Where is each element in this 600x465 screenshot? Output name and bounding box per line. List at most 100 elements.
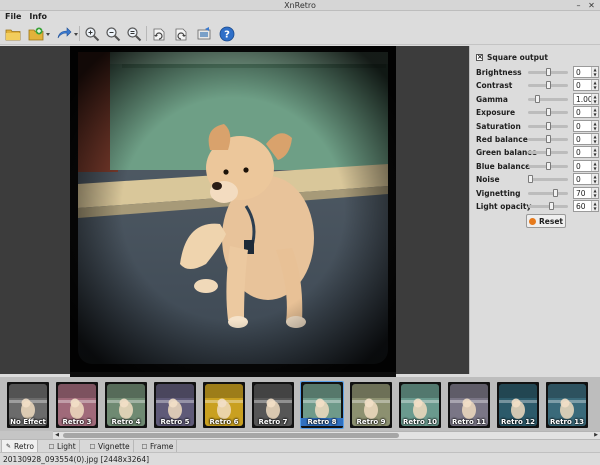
light-opacity-spinbox[interactable]: 60 ▲ ▼ <box>573 200 599 212</box>
square-output-row[interactable]: × Square output <box>476 53 548 62</box>
add-image-menu-caret[interactable] <box>46 33 50 36</box>
blue-balance-spinbox[interactable]: 0 ▲ ▼ <box>573 159 599 172</box>
spin-down-icon[interactable]: ▼ <box>592 99 598 104</box>
tab-frame[interactable]: □ Frame <box>138 440 178 452</box>
green-balance-slider[interactable] <box>528 148 568 157</box>
noise-value[interactable]: 0 <box>576 175 581 185</box>
tab-retro[interactable]: ✎ Retro <box>1 440 38 452</box>
vignetting-spinbox[interactable]: 70 ▲ ▼ <box>573 186 599 199</box>
zoom-in-button[interactable] <box>83 25 101 42</box>
dog-photo <box>70 46 396 372</box>
effect-thumbnail[interactable]: Retro 11 <box>448 382 490 428</box>
effect-thumbnail[interactable]: Retro 5 <box>154 382 196 428</box>
contrast-value[interactable]: 0 <box>576 81 581 91</box>
zoom-fit-button[interactable] <box>125 25 143 42</box>
minimize-icon[interactable]: – <box>574 1 583 10</box>
effect-thumbnail[interactable]: No Effect <box>7 382 49 428</box>
noise-slider[interactable] <box>528 175 568 184</box>
contrast-spinbox[interactable]: 0 ▲ ▼ <box>573 79 599 92</box>
effect-thumbnail[interactable]: Retro 8 <box>300 381 344 429</box>
rotate-left-button[interactable] <box>150 25 168 42</box>
window-title: XnRetro <box>284 1 316 10</box>
tab-light[interactable]: □ Light <box>45 440 80 452</box>
tab-vignette[interactable]: □ Vignette <box>86 440 134 452</box>
vignetting-slider[interactable] <box>528 188 568 197</box>
effect-thumbnail[interactable]: Retro 12 <box>497 382 539 428</box>
close-icon[interactable]: ✕ <box>587 1 596 10</box>
red-balance-spinbox[interactable]: 0 ▲ ▼ <box>573 133 599 145</box>
noise-slider-handle[interactable] <box>528 175 533 184</box>
red-balance-value[interactable]: 0 <box>576 135 581 145</box>
effect-thumbnail[interactable]: Retro 3 <box>56 382 98 428</box>
effect-thumbnail[interactable]: Retro 6 <box>203 382 245 428</box>
blue-balance-slider-handle[interactable] <box>545 161 551 170</box>
brightness-spinbox[interactable]: 0 ▲ ▼ <box>573 66 599 78</box>
export-button[interactable] <box>55 25 78 42</box>
rotate-right-button[interactable] <box>172 25 190 42</box>
effect-thumbnail[interactable]: Retro 10 <box>399 382 441 428</box>
scrollbar-thumb[interactable] <box>63 433 399 438</box>
effect-label: Retro 12 <box>501 418 535 426</box>
spin-down-icon[interactable]: ▼ <box>592 152 598 157</box>
gamma-slider-handle[interactable] <box>535 94 540 103</box>
gamma-slider[interactable] <box>528 94 568 103</box>
share-button[interactable] <box>195 25 213 42</box>
effect-thumbnail[interactable]: Retro 9 <box>350 382 392 428</box>
scroll-left-icon[interactable]: ◀ <box>53 432 61 439</box>
saturation-slider-handle[interactable] <box>545 121 551 130</box>
light-opacity-value[interactable]: 60 <box>576 202 586 212</box>
red-balance-slider-handle[interactable] <box>545 135 551 143</box>
spin-down-icon[interactable]: ▼ <box>592 112 598 117</box>
brightness-slider-handle[interactable] <box>545 68 551 76</box>
scroll-right-icon[interactable]: ▶ <box>592 432 600 439</box>
help-button[interactable]: ? <box>218 25 236 42</box>
spin-down-icon[interactable]: ▼ <box>592 179 598 184</box>
contrast-slider-handle[interactable] <box>545 81 551 90</box>
exposure-slider[interactable] <box>528 108 568 117</box>
add-image-button[interactable] <box>27 25 50 42</box>
noise-spinbox[interactable]: 0 ▲ ▼ <box>573 173 599 186</box>
brightness-slider[interactable] <box>528 68 568 76</box>
green-balance-value[interactable]: 0 <box>576 148 581 158</box>
saturation-spinbox[interactable]: 0 ▲ ▼ <box>573 119 599 132</box>
exposure-spinbox[interactable]: 0 ▲ ▼ <box>573 106 599 119</box>
reset-button[interactable]: Reset <box>526 214 566 228</box>
menu-file[interactable]: File <box>5 11 21 22</box>
image-preview-area[interactable] <box>0 46 469 418</box>
exposure-value[interactable]: 0 <box>576 108 581 118</box>
gamma-spinbox[interactable]: 1.00 ▲ ▼ <box>573 92 599 105</box>
menu-info[interactable]: Info <box>29 11 47 22</box>
spin-down-icon[interactable]: ▼ <box>592 139 598 144</box>
frame-tab-icon: □ <box>141 442 148 450</box>
effects-scrollbar[interactable]: ◀ ▶ <box>53 431 600 439</box>
brightness-value[interactable]: 0 <box>576 68 581 78</box>
spin-down-icon[interactable]: ▼ <box>592 85 598 90</box>
saturation-slider[interactable] <box>528 121 568 130</box>
square-output-checkbox[interactable]: × <box>476 54 483 61</box>
light-opacity-slider-handle[interactable] <box>549 202 554 210</box>
export-menu-caret[interactable] <box>74 33 78 36</box>
saturation-value[interactable]: 0 <box>576 122 581 132</box>
vignetting-value[interactable]: 70 <box>576 189 586 199</box>
green-balance-spinbox[interactable]: 0 ▲ ▼ <box>573 146 599 159</box>
spin-down-icon[interactable]: ▼ <box>592 193 598 198</box>
status-text: 20130928_093554(0).jpg [2448x3264] <box>3 455 150 464</box>
light-opacity-slider[interactable] <box>528 202 568 210</box>
blue-balance-slider[interactable] <box>528 161 568 170</box>
green-balance-slider-handle[interactable] <box>545 148 551 157</box>
effect-thumbnail[interactable]: Retro 7 <box>252 382 294 428</box>
red-balance-slider[interactable] <box>528 135 568 143</box>
spin-down-icon[interactable]: ▼ <box>592 206 598 211</box>
spin-down-icon[interactable]: ▼ <box>592 126 598 131</box>
effect-thumbnail[interactable]: Retro 4 <box>105 382 147 428</box>
photo-preview[interactable] <box>70 46 396 418</box>
zoom-out-button[interactable] <box>104 25 122 42</box>
contrast-slider[interactable] <box>528 81 568 90</box>
effect-thumbnail[interactable]: Retro 13 <box>546 382 588 428</box>
exposure-slider-handle[interactable] <box>545 108 551 117</box>
open-folder-button[interactable] <box>4 25 22 42</box>
spin-down-icon[interactable]: ▼ <box>592 72 598 77</box>
vignetting-slider-handle[interactable] <box>552 188 558 197</box>
blue-balance-value[interactable]: 0 <box>576 162 581 172</box>
spin-down-icon[interactable]: ▼ <box>592 166 598 171</box>
